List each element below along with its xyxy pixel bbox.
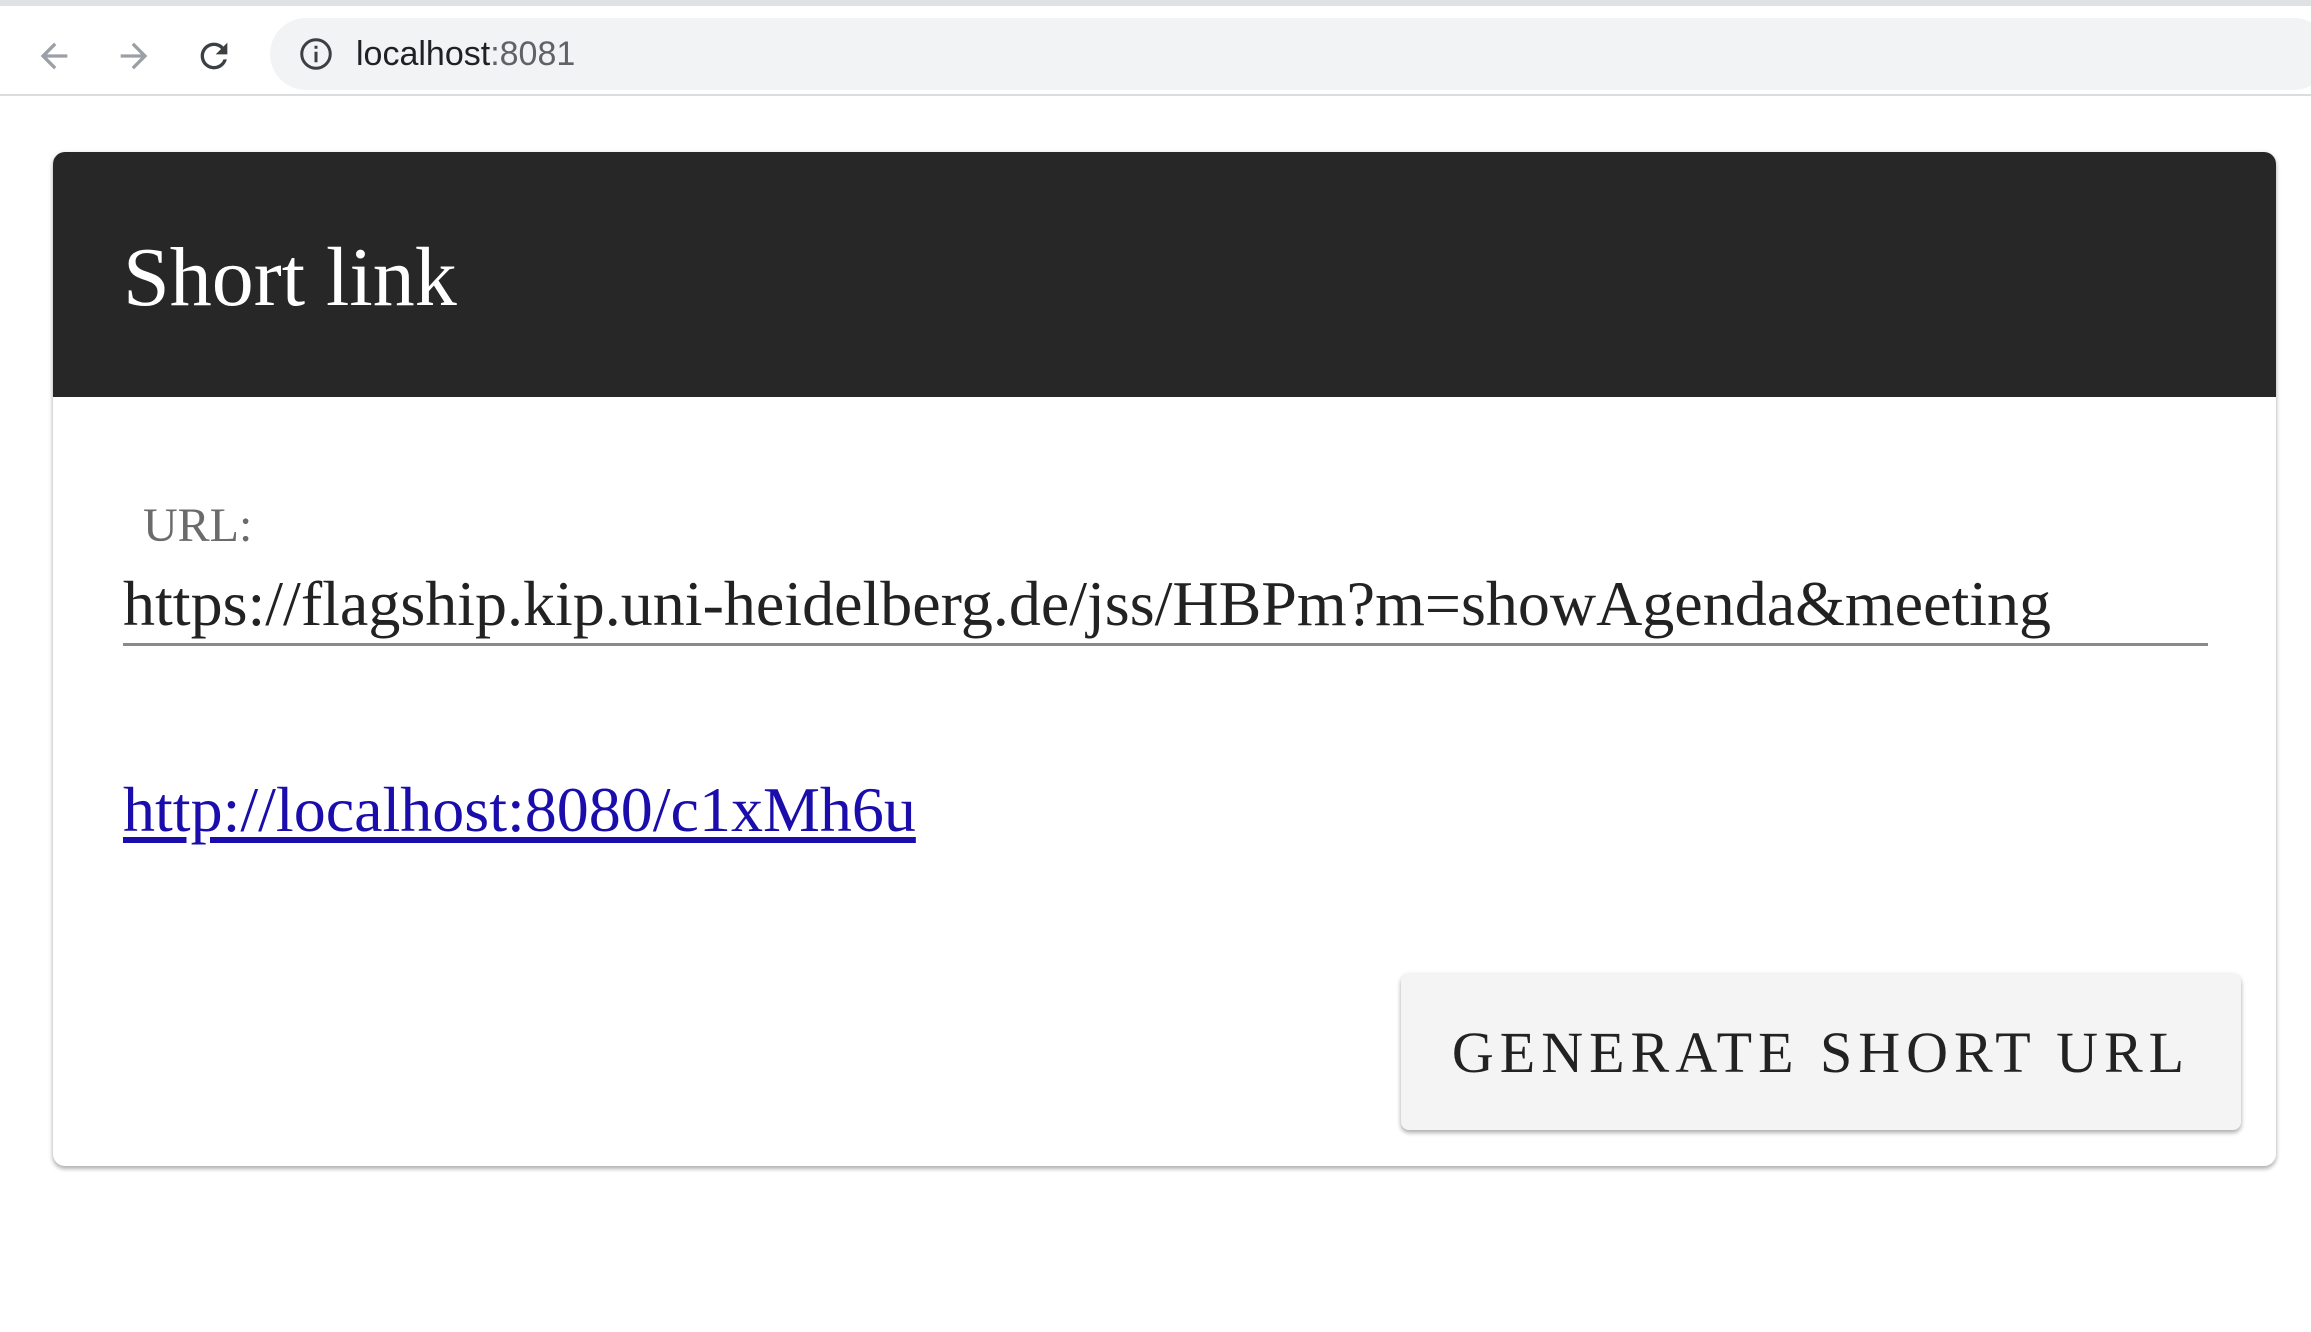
reload-icon [200, 42, 228, 70]
address-bar[interactable]: localhost:8081 [270, 18, 2311, 90]
short-link[interactable]: http://localhost:8080/c1xMh6u [123, 772, 916, 848]
address-port: :8081 [490, 35, 576, 73]
reload-button[interactable] [186, 28, 242, 84]
url-label: URL: [143, 499, 253, 552]
url-input[interactable] [123, 564, 2208, 646]
back-button[interactable] [26, 28, 82, 84]
arrow-right-icon [120, 42, 148, 70]
address-host: localhost [356, 35, 491, 73]
short-link-card: Short link URL: http://localhost:8080/c1… [53, 152, 2276, 1166]
arrow-left-icon [40, 42, 68, 70]
forward-button[interactable] [106, 28, 162, 84]
address-text: localhost:8081 [356, 34, 575, 74]
card-title: Short link [123, 231, 457, 324]
browser-toolbar: localhost:8081 [0, 0, 2311, 96]
card-header: Short link [53, 152, 2276, 397]
generate-short-url-button[interactable]: GENERATE SHORT URL [1401, 974, 2241, 1130]
info-icon[interactable] [298, 36, 334, 72]
